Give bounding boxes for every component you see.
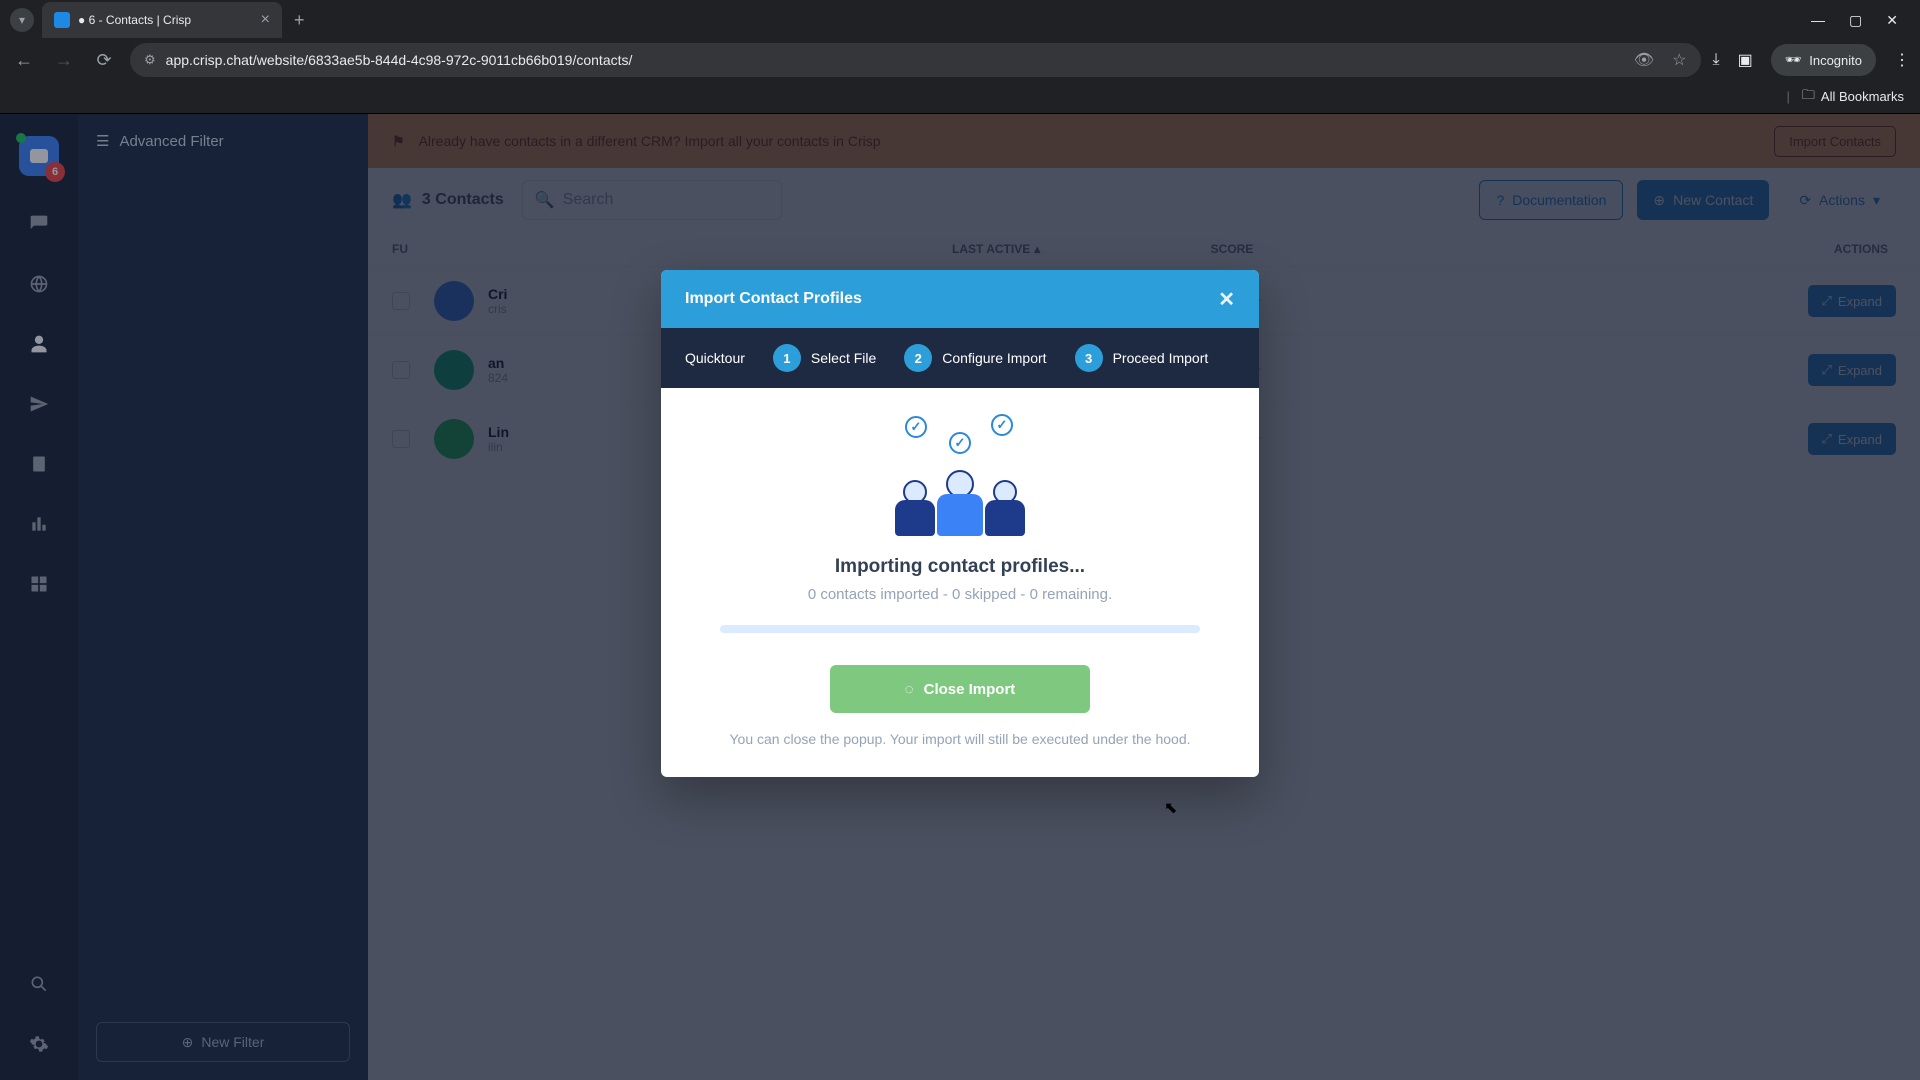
modal-body: Importing contact profiles... 0 contacts… xyxy=(661,388,1259,777)
forward-icon[interactable]: → xyxy=(50,50,78,71)
site-info-icon[interactable]: ⚙ xyxy=(144,52,156,68)
step-select-file[interactable]: 1 Select File xyxy=(773,344,876,372)
menu-icon[interactable]: ⋮ xyxy=(1894,50,1910,70)
modal-status-text: 0 contacts imported - 0 skipped - 0 rema… xyxy=(691,586,1229,603)
eye-off-icon[interactable]: 👁 xyxy=(1634,50,1654,70)
back-icon[interactable]: ← xyxy=(10,50,38,71)
address-bar: ← → ⟳ ⚙ app.crisp.chat/website/6833ae5b-… xyxy=(0,40,1920,80)
step-configure[interactable]: 2 Configure Import xyxy=(904,344,1046,372)
step-label: Select File xyxy=(811,350,876,366)
check-icon xyxy=(949,432,971,454)
close-import-button[interactable]: ◌ Close Import xyxy=(830,665,1090,713)
tab-search-dropdown[interactable]: ▾ xyxy=(10,8,34,32)
import-modal: Import Contact Profiles ✕ Quicktour 1 Se… xyxy=(661,270,1259,777)
close-window-icon[interactable]: ✕ xyxy=(1886,12,1898,29)
modal-hint: You can close the popup. Your import wil… xyxy=(691,731,1229,747)
tab-close-icon[interactable]: × xyxy=(261,11,270,29)
incognito-icon: 🕶 xyxy=(1785,52,1802,68)
url-text: app.crisp.chat/website/6833ae5b-844d-4c9… xyxy=(166,52,633,68)
check-icon xyxy=(905,416,927,438)
modal-body-title: Importing contact profiles... xyxy=(691,556,1229,578)
step-number: 2 xyxy=(904,344,932,372)
close-import-label: Close Import xyxy=(924,681,1016,698)
browser-chrome: ▾ ● 6 - Contacts | Crisp × + — ▢ ✕ ← → ⟳… xyxy=(0,0,1920,114)
browser-tab[interactable]: ● 6 - Contacts | Crisp × xyxy=(42,2,282,38)
step-proceed[interactable]: 3 Proceed Import xyxy=(1075,344,1209,372)
incognito-label: Incognito xyxy=(1809,53,1862,68)
bookmark-star-icon[interactable]: ☆ xyxy=(1672,50,1686,70)
spinner-icon: ◌ xyxy=(905,681,914,698)
app-root: 6 ☰ Advanced Filter ⊕ New Filter ⚑ Alrea… xyxy=(0,114,1920,1080)
check-icon xyxy=(991,414,1013,436)
step-label: Configure Import xyxy=(942,350,1046,366)
bookmarks-bar: | 🗀 All Bookmarks xyxy=(0,80,1920,114)
tab-favicon xyxy=(54,12,70,28)
url-input[interactable]: ⚙ app.crisp.chat/website/6833ae5b-844d-4… xyxy=(130,43,1701,77)
minimize-icon[interactable]: — xyxy=(1811,12,1825,29)
close-icon[interactable]: ✕ xyxy=(1218,287,1235,312)
side-panel-icon[interactable]: ▣ xyxy=(1738,50,1753,70)
incognito-chip[interactable]: 🕶 Incognito xyxy=(1771,44,1876,76)
new-tab-button[interactable]: + xyxy=(294,10,305,31)
reload-icon[interactable]: ⟳ xyxy=(90,50,118,71)
modal-steps: Quicktour 1 Select File 2 Configure Impo… xyxy=(661,328,1259,388)
progress-bar xyxy=(720,625,1200,633)
step-number: 3 xyxy=(1075,344,1103,372)
folder-icon: 🗀 xyxy=(1802,86,1815,108)
step-label: Proceed Import xyxy=(1113,350,1209,366)
modal-header: Import Contact Profiles ✕ xyxy=(661,270,1259,328)
tab-title: ● 6 - Contacts | Crisp xyxy=(78,13,253,27)
downloads-icon[interactable]: ⤓ xyxy=(1713,51,1720,69)
modal-title: Import Contact Profiles xyxy=(685,290,862,308)
window-controls: — ▢ ✕ xyxy=(1811,12,1910,29)
quicktour-link[interactable]: Quicktour xyxy=(685,350,745,366)
step-number: 1 xyxy=(773,344,801,372)
tab-bar: ▾ ● 6 - Contacts | Crisp × + — ▢ ✕ xyxy=(0,0,1920,40)
all-bookmarks-label: All Bookmarks xyxy=(1821,89,1904,104)
import-illustration xyxy=(895,416,1025,536)
all-bookmarks-button[interactable]: 🗀 All Bookmarks xyxy=(1802,86,1904,108)
maximize-icon[interactable]: ▢ xyxy=(1849,12,1862,29)
